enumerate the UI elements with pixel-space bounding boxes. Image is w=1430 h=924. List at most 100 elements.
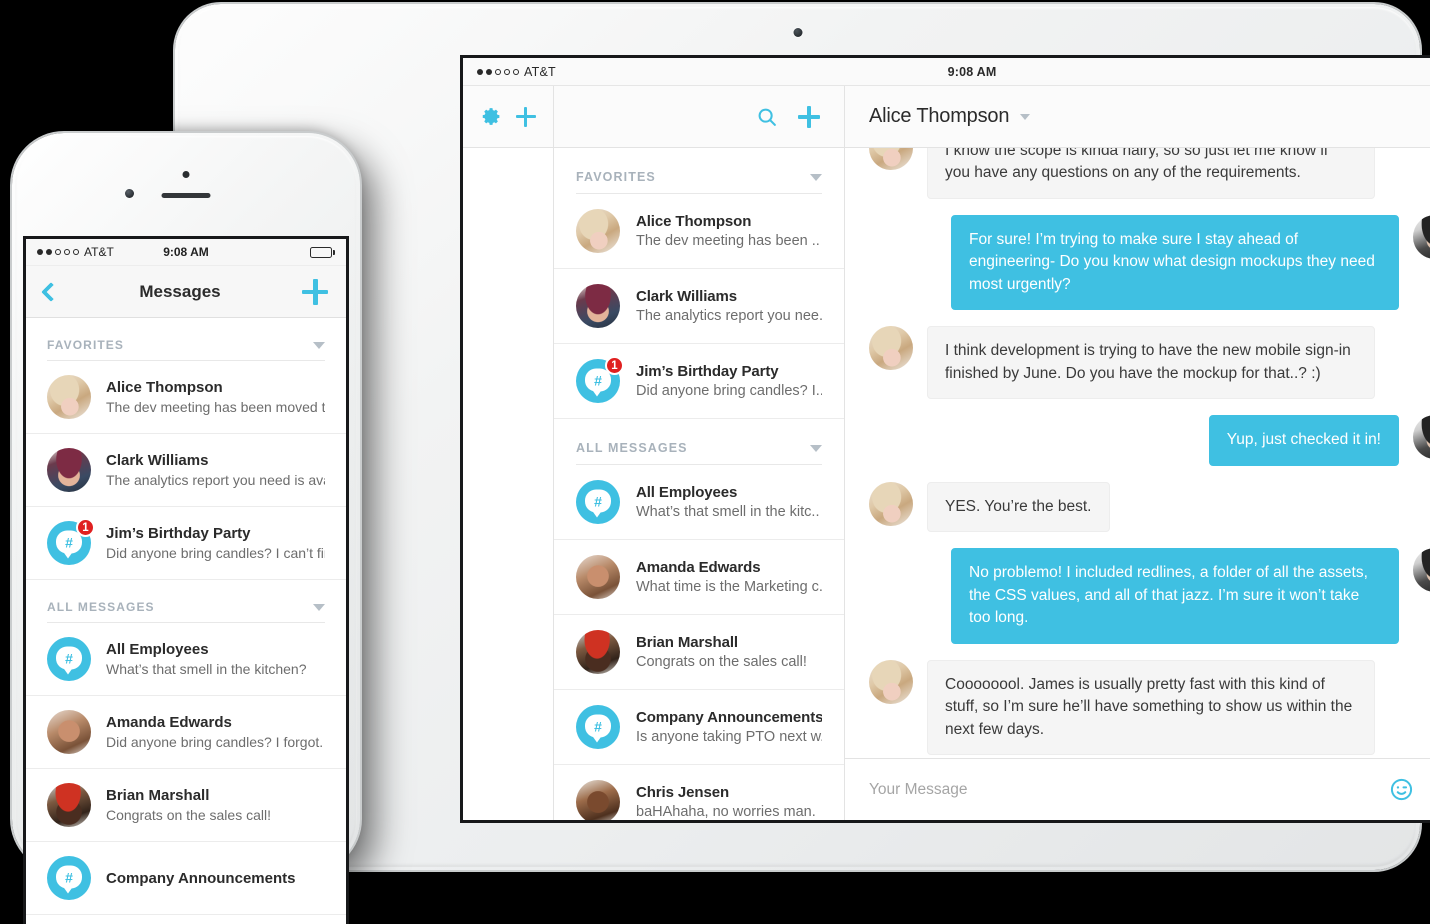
conversation-name: Alice Thompson: [636, 213, 752, 230]
avatar-photo: [47, 710, 91, 754]
message-avatar: [1413, 415, 1430, 460]
conversation-preview: Is anyone taking PTO next w..: [636, 729, 822, 745]
conversation-list-item[interactable]: Amanda Edwards What time is the Marketing…: [554, 540, 844, 615]
avatar: [576, 555, 620, 599]
conversation-preview: What’s that smell in the kitchen?: [106, 661, 307, 677]
conversation-list-item[interactable]: Amanda Edwards Did anyone bring candles? …: [26, 696, 346, 769]
avatar: [576, 209, 620, 253]
tablet-conversation-list: FAVORITES Alice Thompson The dev meeting h…: [554, 86, 845, 820]
ipad-screen: AT&T 9:08 AM FAVORITES Alice Thompson Th…: [460, 55, 1430, 823]
signal-strength-icon: [477, 68, 519, 75]
tablet-signal-area: AT&T: [477, 65, 556, 79]
conversation-list-item[interactable]: Alice Thompson The dev meeting has been .…: [554, 194, 844, 269]
message-avatar: [869, 659, 913, 704]
section-title: ALL MESSAGES: [47, 600, 155, 614]
chevron-down-icon[interactable]: [313, 603, 325, 611]
conversation-name: Clark Williams: [106, 452, 209, 469]
list-section-header: FAVORITES: [554, 148, 844, 193]
conversation-name: Company Announcements: [106, 869, 296, 887]
conversation-list-item[interactable]: # Company Announcements Is anyone taking P…: [554, 690, 844, 765]
tablet-nav-rail-body: [463, 148, 553, 820]
conversation-list-item[interactable]: Alice Thompson The dev meeting has been m…: [26, 361, 346, 434]
section-title: FAVORITES: [576, 170, 656, 184]
search-icon[interactable]: [756, 106, 778, 128]
chat-message-row: For sure! I’m trying to make sure I stay…: [869, 214, 1430, 311]
chevron-left-icon[interactable]: [41, 281, 61, 302]
chat-message-scroll[interactable]: I know the scope is kinda hairy, so so j…: [845, 148, 1430, 758]
compose-plus-icon[interactable]: [302, 278, 328, 305]
iphone-device: AT&T 9:08 AM Messages FAVORITES Alice Tho…: [12, 133, 360, 924]
conversation-name: Company Announcements: [636, 709, 822, 726]
conversation-list-item[interactable]: # All Employees What’s that smell in the k…: [554, 465, 844, 540]
conversation-meta: All Employees What’s that smell in the ki…: [636, 484, 822, 520]
channel-hash-icon: #: [47, 856, 91, 900]
hash-glyph: #: [56, 646, 82, 675]
wink-smiley-icon[interactable]: [1389, 777, 1414, 802]
conversation-meta: Clark Williams The analytics report you n…: [106, 452, 325, 488]
avatar-photo: [576, 555, 620, 599]
conversation-meta: Clark Williams The analytics report you n…: [636, 288, 822, 324]
gear-icon[interactable]: [481, 106, 502, 127]
conversation-meta: All Employees What’s that smell in the ki…: [106, 641, 325, 677]
compose-plus-icon[interactable]: [515, 106, 536, 127]
list-section-header: ALL MESSAGES: [554, 419, 844, 464]
chat-message-row: No problemo! I included redlines, a fold…: [869, 548, 1430, 644]
conversation-meta: Alice Thompson The dev meeting has been m…: [106, 379, 325, 415]
conversation-list-item[interactable]: Clark Williams The analytics report you n…: [554, 269, 844, 344]
chat-bubble: I think development is trying to have th…: [927, 326, 1375, 400]
chevron-down-icon[interactable]: [810, 173, 822, 181]
conversation-preview: Congrats on the sales call!: [106, 807, 271, 823]
avatar: [576, 630, 620, 674]
tablet-list-scroll[interactable]: FAVORITES Alice Thompson The dev meeting h…: [554, 148, 844, 820]
tablet-nav-toolbar: [463, 86, 553, 148]
chevron-down-icon[interactable]: [313, 341, 325, 349]
chevron-down-icon[interactable]: [1020, 113, 1031, 120]
conversation-name: Clark Williams: [636, 288, 738, 305]
conversation-list-item[interactable]: #1 Jim’s Birthday Party Did anyone bring c…: [554, 344, 844, 419]
conversation-name: Alice Thompson: [106, 379, 223, 396]
avatar: #: [576, 705, 620, 749]
chevron-down-icon[interactable]: [810, 444, 822, 452]
avatar-photo: [576, 284, 620, 328]
signal-strength-icon: [37, 249, 79, 255]
message-input[interactable]: Your Message: [869, 781, 1371, 799]
conversation-preview: Congrats on the sales call!: [636, 654, 807, 670]
conversation-meta: Jim’s Birthday Party Did anyone bring can…: [636, 363, 822, 399]
conversation-name: Brian Marshall: [106, 787, 210, 804]
conversation-list-item[interactable]: Brian Marshall Congrats on the sales call…: [554, 615, 844, 690]
chat-bubble: YES. You’re the best.: [927, 481, 1110, 533]
channel-hash-icon: #: [47, 637, 91, 681]
conversation-list-item[interactable]: # All Employees What’s that smell in the k…: [26, 623, 346, 696]
conversation-meta: Alice Thompson The dev meeting has been .…: [636, 213, 822, 249]
tablet-nav-rail: [463, 86, 554, 820]
chat-message-row: I know the scope is kinda hairy, so so j…: [869, 148, 1430, 199]
conversation-preview: Did anyone bring candles? I..: [636, 383, 822, 399]
phone-clock: 9:08 AM: [163, 245, 209, 259]
conversation-name: Brian Marshall: [636, 634, 738, 651]
conversation-name: All Employees: [106, 641, 209, 658]
conversation-preview: What time is the Marketing c..: [636, 579, 822, 595]
conversation-list-item[interactable]: Chris Jensen baHAhaha, no worries man.: [554, 765, 844, 820]
avatar-photo: [576, 780, 620, 820]
chat-bubble: For sure! I’m trying to make sure I stay…: [951, 214, 1399, 311]
conversation-list-item[interactable]: Clark Williams The analytics report you n…: [26, 434, 346, 507]
tablet-list-toolbar: [554, 86, 844, 148]
avatar: #1: [576, 356, 624, 403]
conversation-list-item[interactable]: # Company Announcements: [26, 842, 346, 915]
chat-message-row: Yup, just checked it in!: [869, 415, 1430, 466]
conversation-list-item[interactable]: Brian Marshall Congrats on the sales call…: [26, 769, 346, 842]
avatar: [47, 783, 91, 827]
tablet-status-bar: AT&T 9:08 AM: [463, 58, 1430, 86]
compose-plus-icon[interactable]: [798, 105, 820, 128]
chat-bubble: Yup, just checked it in!: [1208, 415, 1399, 466]
conversation-meta: Amanda Edwards Did anyone bring candles? …: [106, 714, 325, 750]
avatar: [576, 780, 620, 820]
conversation-list-item[interactable]: #1 Jim’s Birthday Party Did anyone bring c…: [26, 507, 346, 580]
conversation-meta: Jim’s Birthday Party Did anyone bring can…: [106, 525, 325, 561]
hash-glyph: #: [585, 489, 611, 518]
avatar-photo: [47, 783, 91, 827]
avatar-photo: [47, 375, 91, 419]
phone-conversation-list[interactable]: FAVORITES Alice Thompson The dev meeting h…: [26, 318, 346, 924]
chat-title: Alice Thompson: [869, 105, 1010, 127]
chat-message-row: I think development is trying to have th…: [869, 326, 1430, 400]
